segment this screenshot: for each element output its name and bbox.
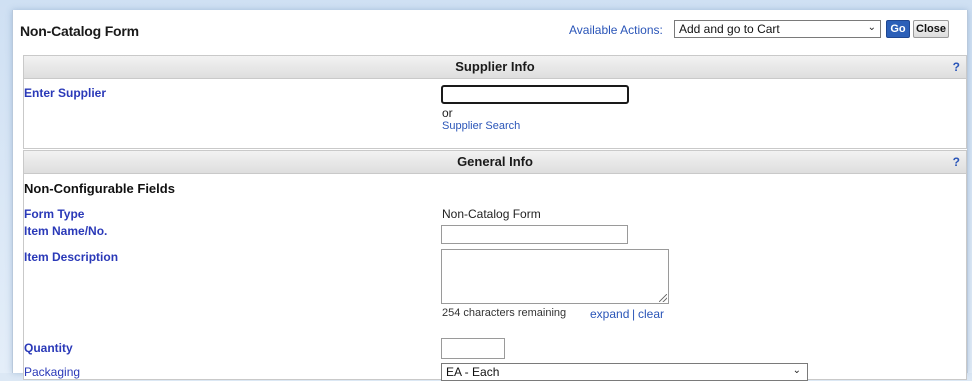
expand-link[interactable]: expand (590, 307, 629, 321)
quantity-input[interactable] (441, 338, 505, 359)
form-type-label: Form Type (24, 207, 85, 221)
available-actions-label: Available Actions: (569, 23, 663, 37)
form-type-value: Non-Catalog Form (442, 207, 541, 221)
available-actions-value: Add and go to Cart (679, 22, 780, 36)
packaging-label: Packaging (24, 365, 81, 379)
chars-remaining-text: 254 characters remaining (442, 307, 567, 319)
packaging-select[interactable]: EA - Each ⌄ (441, 363, 808, 381)
item-description-label: Item Description (24, 250, 119, 264)
supplier-info-section: Supplier Info ? Enter Supplier or Suppli… (23, 55, 967, 149)
clear-link[interactable]: clear (638, 307, 664, 321)
help-icon[interactable]: ? (953, 56, 960, 78)
quantity-label: Quantity (24, 341, 73, 355)
resize-handle-icon[interactable] (659, 294, 667, 302)
enter-supplier-label: Enter Supplier (24, 86, 107, 100)
item-name-label: Item Name/No. (24, 224, 108, 238)
go-button[interactable]: Go (886, 20, 910, 38)
link-separator: | (632, 307, 636, 321)
item-description-textarea[interactable] (441, 249, 669, 304)
chevron-down-icon: ⌄ (792, 365, 801, 376)
page-title: Non-Catalog Form (20, 23, 139, 39)
supplier-info-header: Supplier Info ? (24, 56, 966, 79)
close-button[interactable]: Close (913, 20, 949, 38)
non-configurable-fields-heading: Non-Configurable Fields (24, 181, 175, 196)
packaging-value: EA - Each (446, 365, 500, 379)
supplier-input[interactable] (441, 85, 629, 104)
item-name-input[interactable] (441, 225, 628, 244)
chevron-down-icon: ⌄ (867, 22, 876, 33)
general-info-header: General Info ? (24, 151, 966, 174)
general-info-title: General Info (457, 154, 533, 169)
supplier-search-link[interactable]: Supplier Search (442, 120, 520, 132)
form-header: Non-Catalog Form Available Actions: Add … (13, 10, 967, 52)
available-actions-select[interactable]: Add and go to Cart ⌄ (674, 20, 881, 38)
or-text: or (442, 106, 453, 120)
general-info-section: General Info ? Non-Configurable Fields F… (23, 150, 967, 381)
help-icon[interactable]: ? (953, 151, 960, 173)
form-panel: Non-Catalog Form Available Actions: Add … (12, 10, 968, 381)
supplier-info-title: Supplier Info (455, 59, 535, 74)
